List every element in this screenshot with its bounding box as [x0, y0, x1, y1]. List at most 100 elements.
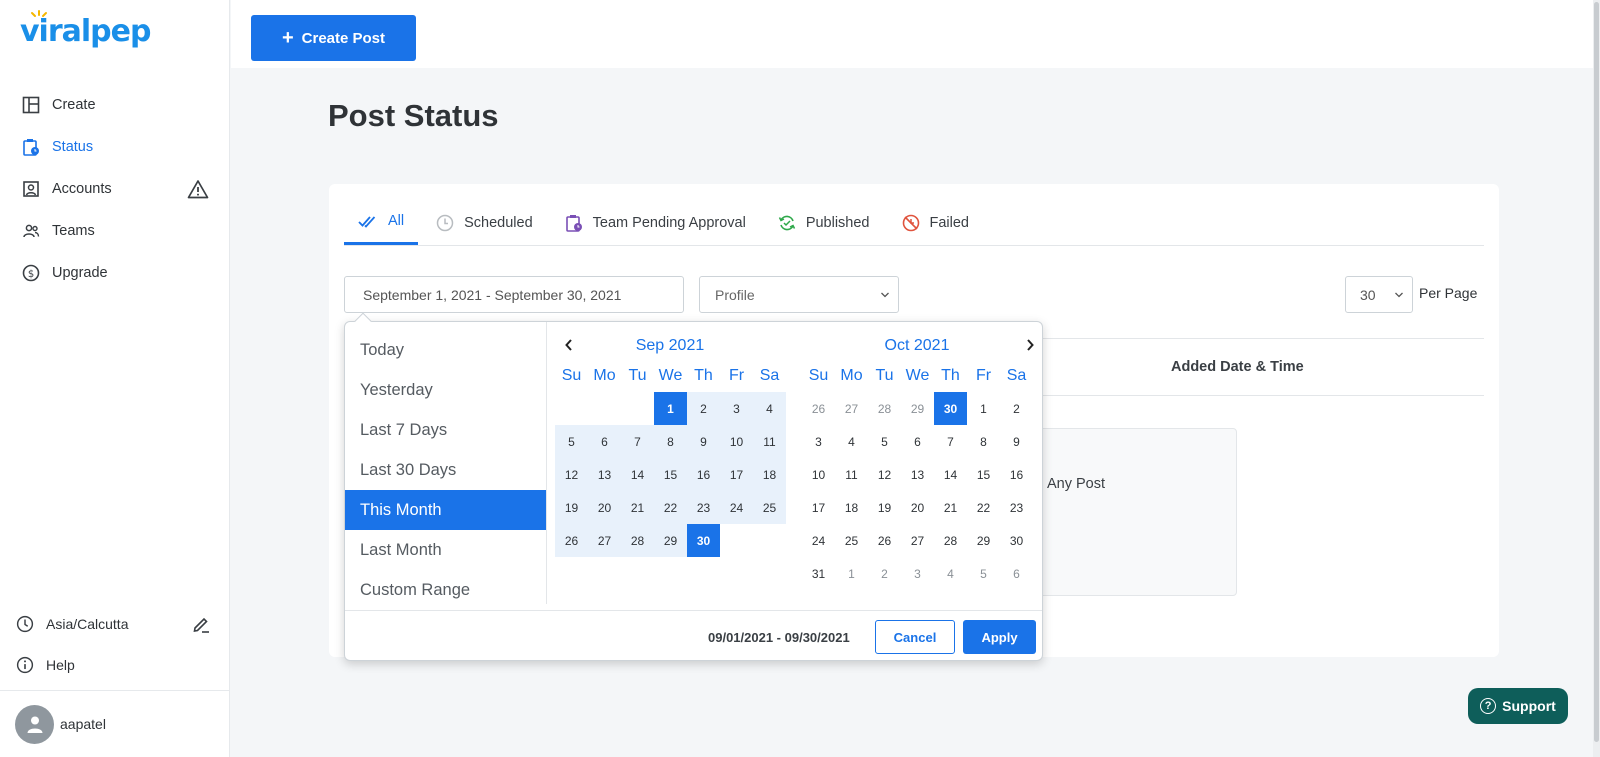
warning-icon[interactable] — [187, 179, 209, 203]
calendar-day[interactable]: 14 — [621, 458, 654, 491]
calendar-day[interactable]: 16 — [687, 458, 720, 491]
prev-month-icon[interactable] — [563, 337, 575, 358]
scrollbar[interactable] — [1593, 0, 1600, 757]
range-option[interactable]: Last 30 Days — [345, 450, 546, 490]
cancel-button[interactable]: Cancel — [875, 620, 955, 654]
range-option[interactable]: This Month — [345, 490, 546, 530]
sidebar-item-upgrade[interactable]: $ Upgrade — [0, 252, 229, 294]
tab-all[interactable]: All — [344, 200, 419, 245]
tab-scheduled[interactable]: Scheduled — [422, 200, 547, 245]
sidebar-item-create[interactable]: Create — [0, 84, 229, 126]
calendar-day[interactable]: 23 — [687, 491, 720, 524]
calendar-day[interactable]: 3 — [802, 425, 835, 458]
calendar-day[interactable]: 7 — [621, 425, 654, 458]
user-profile[interactable]: aapatel — [0, 690, 229, 757]
range-option[interactable]: Last Month — [345, 530, 546, 570]
calendar-day[interactable]: 25 — [753, 491, 786, 524]
profile-select[interactable]: Profile — [699, 276, 899, 313]
support-button[interactable]: ? Support — [1468, 688, 1568, 724]
calendar-day[interactable]: 2 — [687, 392, 720, 425]
calendar-day[interactable]: 24 — [802, 524, 835, 557]
calendar-day[interactable]: 9 — [1000, 425, 1033, 458]
edit-pen-icon[interactable] — [191, 614, 211, 637]
calendar-day[interactable]: 1 — [967, 392, 1000, 425]
calendar-day[interactable]: 6 — [1000, 557, 1033, 590]
range-option[interactable]: Custom Range — [345, 570, 546, 610]
calendar-day[interactable]: 5 — [967, 557, 1000, 590]
calendar-day[interactable]: 26 — [868, 524, 901, 557]
calendar-day[interactable]: 18 — [753, 458, 786, 491]
next-month-icon[interactable] — [1024, 337, 1036, 358]
calendar-day[interactable]: 29 — [967, 524, 1000, 557]
calendar-day[interactable]: 4 — [753, 392, 786, 425]
calendar-day[interactable]: 22 — [967, 491, 1000, 524]
range-option[interactable]: Last 7 Days — [345, 410, 546, 450]
calendar-day[interactable]: 30 — [1000, 524, 1033, 557]
calendar-day[interactable]: 21 — [934, 491, 967, 524]
sidebar-item-status[interactable]: Status — [0, 126, 229, 168]
calendar-day[interactable]: 30 — [934, 392, 967, 425]
calendar-day[interactable]: 17 — [802, 491, 835, 524]
calendar-day[interactable]: 15 — [967, 458, 1000, 491]
calendar-day[interactable]: 20 — [901, 491, 934, 524]
calendar-day[interactable]: 8 — [967, 425, 1000, 458]
calendar-day[interactable]: 15 — [654, 458, 687, 491]
calendar-day[interactable]: 26 — [802, 392, 835, 425]
calendar-day[interactable]: 28 — [621, 524, 654, 557]
calendar-day[interactable]: 4 — [835, 425, 868, 458]
per-page-select[interactable]: 30 — [1345, 276, 1413, 313]
calendar-day[interactable]: 19 — [868, 491, 901, 524]
calendar-day[interactable]: 10 — [720, 425, 753, 458]
calendar-day[interactable]: 22 — [654, 491, 687, 524]
calendar-day[interactable]: 14 — [934, 458, 967, 491]
calendar-day[interactable]: 29 — [901, 392, 934, 425]
calendar-day[interactable]: 3 — [901, 557, 934, 590]
calendar-day[interactable]: 1 — [654, 392, 687, 425]
date-range-input[interactable]: September 1, 2021 - September 30, 2021 — [344, 276, 684, 313]
apply-button[interactable]: Apply — [963, 620, 1036, 654]
viralpep-logo[interactable]: viralpep — [20, 10, 151, 49]
calendar-day[interactable]: 21 — [621, 491, 654, 524]
calendar-day[interactable]: 1 — [835, 557, 868, 590]
calendar-day[interactable]: 27 — [835, 392, 868, 425]
calendar-day[interactable]: 10 — [802, 458, 835, 491]
calendar-day[interactable]: 2 — [1000, 392, 1033, 425]
calendar-day[interactable]: 25 — [835, 524, 868, 557]
calendar-day[interactable]: 16 — [1000, 458, 1033, 491]
calendar-day[interactable]: 2 — [868, 557, 901, 590]
help-item[interactable]: Help — [0, 644, 229, 685]
calendar-day[interactable]: 6 — [901, 425, 934, 458]
calendar-day[interactable]: 8 — [654, 425, 687, 458]
calendar-day[interactable]: 20 — [588, 491, 621, 524]
timezone-item[interactable]: Asia/Calcutta — [0, 603, 229, 644]
calendar-day[interactable]: 19 — [555, 491, 588, 524]
calendar-day[interactable]: 5 — [555, 425, 588, 458]
calendar-day[interactable]: 27 — [901, 524, 934, 557]
calendar-day[interactable]: 23 — [1000, 491, 1033, 524]
tab-failed[interactable]: Failed — [888, 200, 984, 245]
calendar-day[interactable]: 13 — [901, 458, 934, 491]
calendar-day[interactable]: 28 — [868, 392, 901, 425]
tab-published[interactable]: Published — [764, 200, 884, 245]
scrollbar-thumb[interactable] — [1594, 2, 1599, 742]
calendar-day[interactable]: 27 — [588, 524, 621, 557]
calendar-day[interactable]: 28 — [934, 524, 967, 557]
calendar-day[interactable]: 24 — [720, 491, 753, 524]
calendar-day[interactable]: 17 — [720, 458, 753, 491]
calendar-day[interactable]: 31 — [802, 557, 835, 590]
calendar-day[interactable]: 7 — [934, 425, 967, 458]
calendar-day[interactable]: 3 — [720, 392, 753, 425]
calendar-day[interactable]: 12 — [868, 458, 901, 491]
create-post-button[interactable]: + Create Post — [251, 15, 416, 61]
calendar-day[interactable]: 4 — [934, 557, 967, 590]
calendar-day[interactable]: 5 — [868, 425, 901, 458]
calendar-day[interactable]: 26 — [555, 524, 588, 557]
calendar-day[interactable]: 11 — [753, 425, 786, 458]
calendar-day[interactable]: 11 — [835, 458, 868, 491]
range-option[interactable]: Today — [345, 330, 546, 370]
calendar-day[interactable]: 6 — [588, 425, 621, 458]
sidebar-item-teams[interactable]: Teams — [0, 210, 229, 252]
sidebar-item-accounts[interactable]: Accounts — [0, 168, 229, 210]
calendar-day[interactable]: 18 — [835, 491, 868, 524]
calendar-day[interactable]: 13 — [588, 458, 621, 491]
